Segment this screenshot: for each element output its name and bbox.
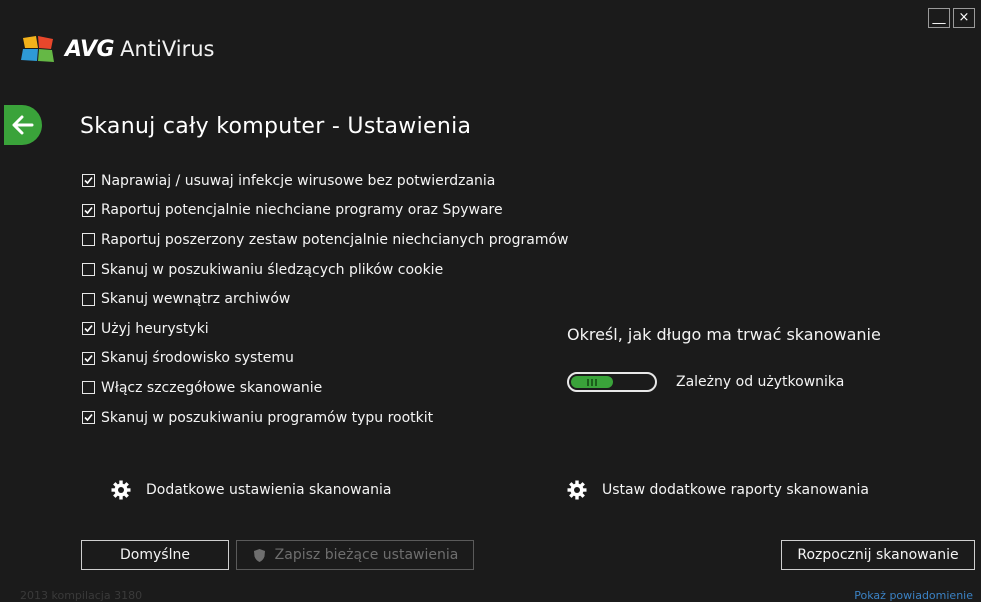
scan-duration-slider[interactable]	[567, 372, 657, 392]
minimize-button[interactable]: __	[928, 8, 950, 28]
option-label: Włącz szczegółowe skanowanie	[101, 379, 323, 396]
brand-name: AVG	[65, 36, 115, 62]
checkbox[interactable]	[82, 292, 95, 306]
option-report-pup-spyware[interactable]: Raportuj potencjalnie niechciane program…	[82, 196, 569, 226]
product-name: AntiVirus	[120, 37, 215, 61]
option-scan-system-environment[interactable]: Skanuj środowisko systemu	[82, 344, 569, 374]
checkbox[interactable]	[82, 174, 95, 188]
link-label: Dodatkowe ustawienia skanowania	[146, 482, 392, 498]
option-label: Skanuj wewnątrz archiwów	[101, 291, 291, 308]
scan-duration-heading: Określ, jak długo ma trwać skanowanie	[567, 325, 881, 344]
checkbox[interactable]	[82, 322, 95, 336]
option-report-extended-pup[interactable]: Raportuj poszerzony zestaw potencjalnie …	[82, 225, 569, 255]
checkbox[interactable]	[82, 263, 95, 277]
option-label: Raportuj poszerzony zestaw potencjalnie …	[101, 231, 569, 248]
button-label: Zapisz bieżące ustawienia	[274, 547, 459, 563]
window-controls: __ ×	[928, 8, 975, 28]
option-label: Użyj heurystyki	[101, 320, 209, 337]
page-title: Skanuj cały komputer - Ustawienia	[80, 114, 472, 139]
scan-duration-value: Zależny od użytkownika	[676, 374, 845, 390]
checkbox[interactable]	[82, 233, 95, 247]
option-scan-archives[interactable]: Skanuj wewnątrz archiwów	[82, 284, 569, 314]
checkbox[interactable]	[82, 381, 95, 395]
start-scan-button[interactable]: Rozpocznij skanowanie	[781, 540, 975, 570]
checkmark-icon	[84, 414, 93, 422]
option-repair-without-confirm[interactable]: Naprawiaj / usuwaj infekcje wirusowe bez…	[82, 166, 569, 196]
option-scan-tracking-cookies[interactable]: Skanuj w poszukiwaniu śledzących plików …	[82, 255, 569, 285]
checkmark-icon	[84, 354, 93, 363]
additional-reports-link[interactable]: Ustaw dodatkowe raporty skanowania	[567, 480, 869, 500]
option-label: Skanuj środowisko systemu	[101, 350, 294, 367]
option-thorough-scanning[interactable]: Włącz szczegółowe skanowanie	[82, 373, 569, 403]
scan-options-list: Naprawiaj / usuwaj infekcje wirusowe bez…	[82, 166, 569, 432]
back-button[interactable]	[4, 105, 42, 145]
checkmark-icon	[84, 206, 93, 215]
defaults-button[interactable]: Domyślne	[81, 540, 229, 570]
arrow-left-icon	[12, 115, 34, 135]
additional-settings-link[interactable]: Dodatkowe ustawienia skanowania	[111, 480, 392, 500]
gear-icon	[567, 480, 587, 500]
option-label: Skanuj w poszukiwaniu śledzących plików …	[101, 261, 444, 278]
checkbox[interactable]	[82, 411, 95, 425]
checkmark-icon	[84, 325, 93, 333]
option-label: Skanuj w poszukiwaniu programów typu roo…	[101, 409, 434, 426]
avg-logo-icon	[21, 36, 54, 62]
build-info: 2013 kompilacja 3180	[20, 589, 143, 602]
save-current-settings-button[interactable]: Zapisz bieżące ustawienia	[236, 540, 474, 570]
gear-icon	[111, 480, 131, 500]
app-window: __ × AVG AntiVirus Skanuj cały komputer …	[0, 0, 981, 602]
link-label: Ustaw dodatkowe raporty skanowania	[602, 482, 869, 498]
checkmark-icon	[84, 177, 93, 185]
slider-handle[interactable]	[571, 376, 613, 388]
checkbox[interactable]	[82, 351, 95, 365]
option-scan-rootkits[interactable]: Skanuj w poszukiwaniu programów typu roo…	[82, 403, 569, 433]
checkbox[interactable]	[82, 203, 95, 217]
option-label: Naprawiaj / usuwaj infekcje wirusowe bez…	[101, 172, 496, 189]
app-logo: AVG AntiVirus	[21, 36, 215, 62]
shield-icon	[253, 548, 265, 562]
option-use-heuristics[interactable]: Użyj heurystyki	[82, 314, 569, 344]
option-label: Raportuj potencjalnie niechciane program…	[101, 202, 503, 219]
show-notification-link[interactable]: Pokaż powiadomienie	[854, 589, 973, 602]
close-button[interactable]: ×	[953, 8, 975, 28]
